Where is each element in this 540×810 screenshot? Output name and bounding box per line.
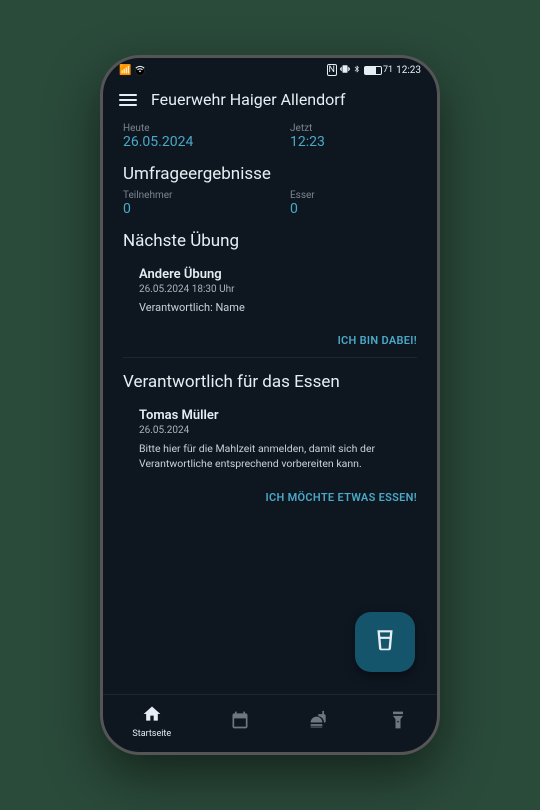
food-date: 26.05.2024 xyxy=(139,425,405,436)
today-label: Heute xyxy=(123,123,250,134)
eaters-block: Esser 0 xyxy=(290,190,417,217)
divider xyxy=(123,357,417,358)
eaters-value: 0 xyxy=(290,201,417,217)
training-responsible: Verantwortlich: Name xyxy=(139,301,405,314)
nav-alert[interactable] xyxy=(388,710,408,733)
nav-home[interactable]: Startseite xyxy=(132,704,171,739)
now-block: Jetzt 12:23 xyxy=(290,123,417,150)
home-icon xyxy=(142,704,162,727)
status-right: N 71 12:23 xyxy=(327,64,421,77)
training-datetime: 26.05.2024 18:30 Uhr xyxy=(139,284,405,295)
cup-icon xyxy=(372,627,398,657)
signal-icon: 📶 xyxy=(119,65,131,76)
app-title: Feuerwehr Haiger Allendorf xyxy=(151,90,345,109)
today-value: 26.05.2024 xyxy=(123,134,250,150)
status-left: 📶 xyxy=(119,64,146,77)
join-training-button[interactable]: ICH BIN DABEI! xyxy=(123,334,417,347)
fastfood-icon xyxy=(309,710,329,733)
next-training-card: Andere Übung 26.05.2024 18:30 Uhr Verant… xyxy=(127,257,417,322)
participants-value: 0 xyxy=(123,201,250,217)
calendar-icon xyxy=(230,710,250,733)
want-food-button[interactable]: ICH MÖCHTE ETWAS ESSEN! xyxy=(123,491,417,504)
status-bar: 📶 N 71 12:23 xyxy=(103,58,437,82)
nav-food[interactable] xyxy=(309,710,329,733)
food-card: Tomas Müller 26.05.2024 Bitte hier für d… xyxy=(127,398,417,479)
training-title: Andere Übung xyxy=(139,267,405,282)
bottom-nav: Startseite xyxy=(103,694,437,752)
next-training-heading: Nächste Übung xyxy=(123,231,417,251)
flashlight-icon xyxy=(388,710,408,733)
today-block: Heute 26.05.2024 xyxy=(123,123,250,150)
poll-heading: Umfrageergebnisse xyxy=(123,164,417,184)
bluetooth-icon xyxy=(353,64,361,77)
food-heading: Verantwortlich für das Essen xyxy=(123,372,417,392)
food-person: Tomas Müller xyxy=(139,408,405,423)
now-label: Jetzt xyxy=(290,123,417,134)
participants-block: Teilnehmer 0 xyxy=(123,190,250,217)
eaters-label: Esser xyxy=(290,190,417,201)
phone-frame: 📶 N 71 12:23 Feuerwehr H xyxy=(100,55,440,755)
status-time: 12:23 xyxy=(396,65,421,76)
nfc-icon: N xyxy=(327,64,337,76)
app-header: Feuerwehr Haiger Allendorf xyxy=(103,82,437,117)
menu-icon[interactable] xyxy=(119,94,137,106)
vibrate-icon xyxy=(340,64,350,77)
food-desc: Bitte hier für die Mahlzeit anmelden, da… xyxy=(139,442,405,471)
main-content: Heute 26.05.2024 Jetzt 12:23 Umfrageerge… xyxy=(103,117,437,694)
nav-home-label: Startseite xyxy=(132,729,171,739)
battery-icon: 71 xyxy=(364,65,393,75)
participants-label: Teilnehmer xyxy=(123,190,250,201)
now-value: 12:23 xyxy=(290,134,417,150)
nav-calendar[interactable] xyxy=(230,710,250,733)
wifi-icon xyxy=(134,64,146,77)
fab-drink-button[interactable] xyxy=(355,612,415,672)
